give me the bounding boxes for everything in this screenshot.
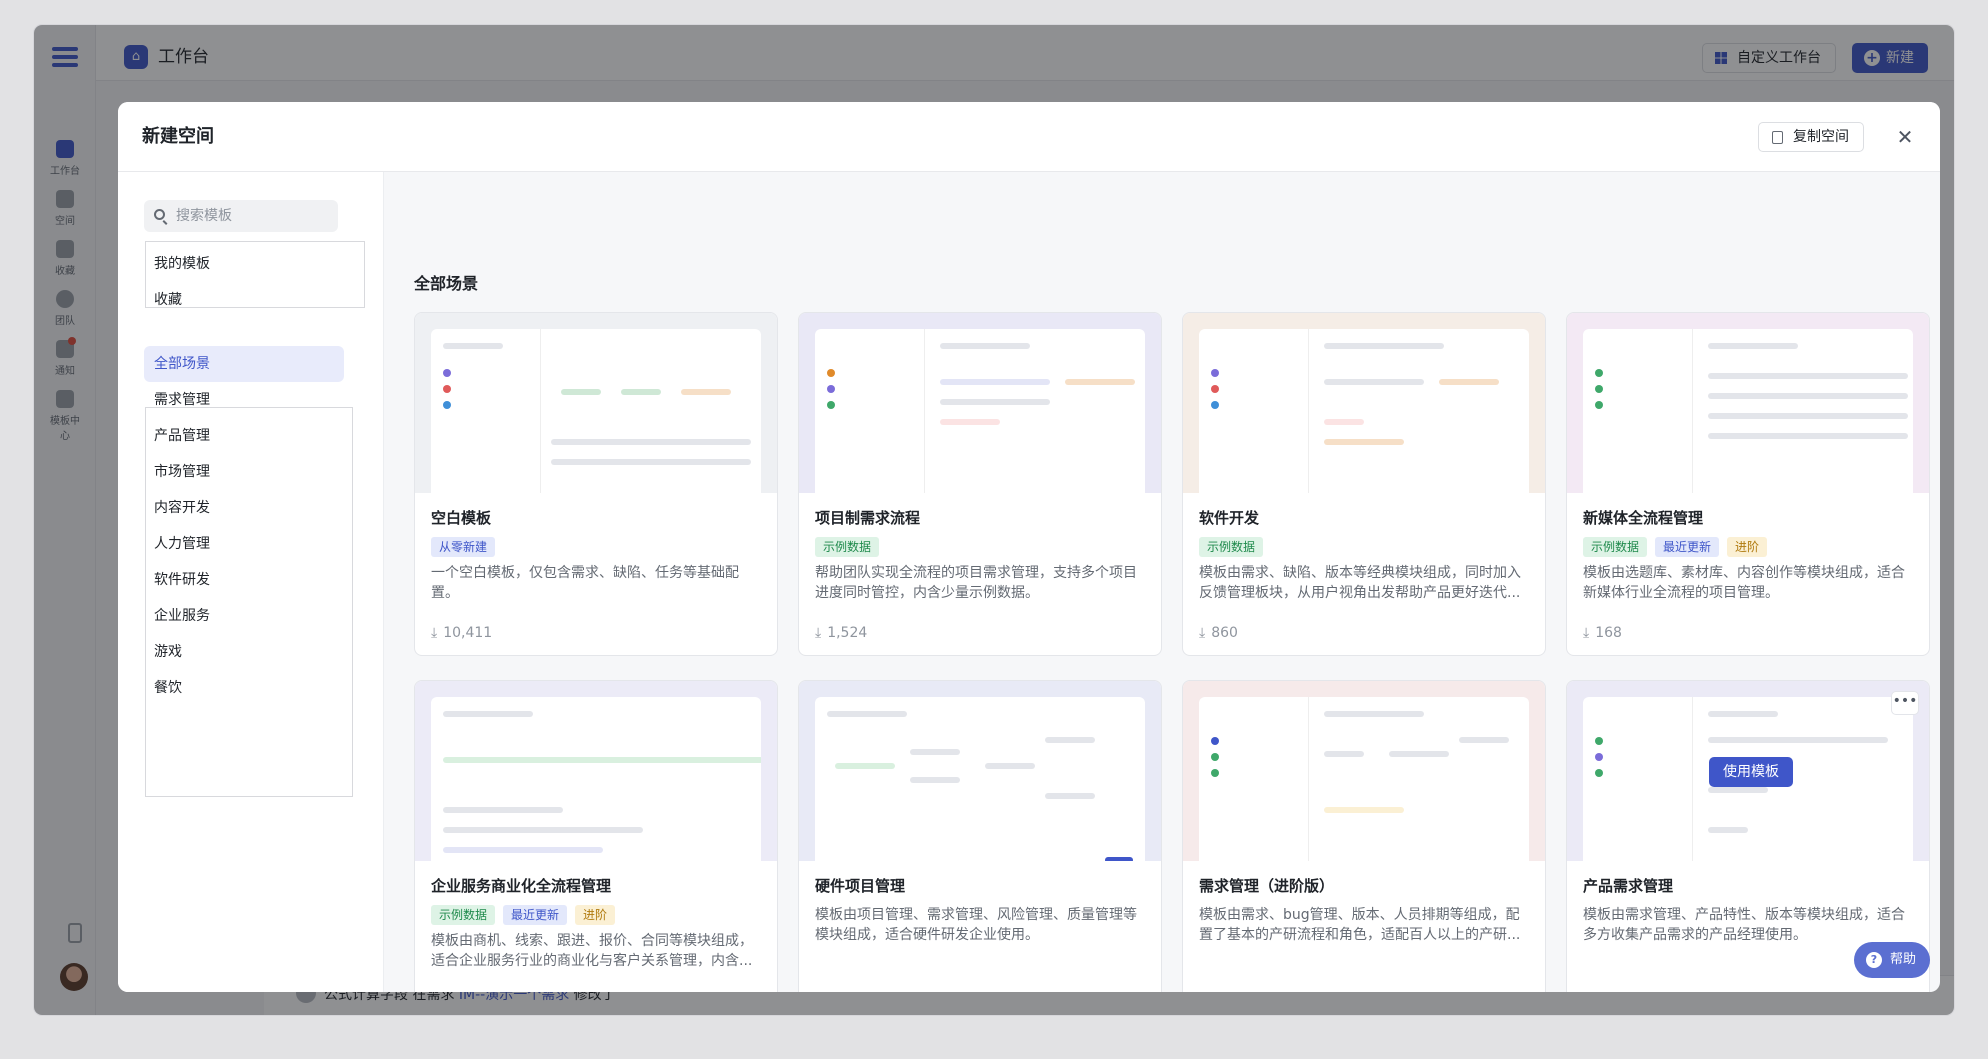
template-preview [1567, 313, 1929, 493]
download-count: 63 [431, 991, 461, 992]
tag: 示例数据 [1583, 537, 1648, 557]
tag: 示例数据 [1199, 537, 1264, 557]
template-card[interactable]: 硬件项目管理 模板由项目管理、需求管理、风险管理、质量管理等模块组成，适合硬件研… [798, 680, 1162, 992]
close-icon[interactable]: ✕ [1892, 124, 1918, 150]
card-description: 模板由需求、缺陷、版本等经典模块组成，同时加入反馈管理板块，从用户视角出发帮助产… [1199, 565, 1521, 601]
template-card[interactable]: 新媒体全流程管理 示例数据 最近更新 进阶 模板由选题库、素材库、内容创作等模块组成… [1566, 312, 1930, 656]
modal-header: 新建空间 复制空间 ✕ [118, 102, 1940, 172]
download-count: 10,411 [431, 623, 492, 643]
tag: 示例数据 [815, 537, 880, 557]
card-title: 硬件项目管理 [815, 877, 906, 895]
card-title: 企业服务商业化全流程管理 [431, 877, 612, 895]
card-tags: 示例数据 [1199, 537, 1271, 557]
card-tags: 示例数据 最近更新 进阶 [431, 905, 623, 925]
template-preview [1183, 681, 1545, 861]
template-preview [415, 681, 777, 861]
card-description: 模板由选题库、素材库、内容创作等模块组成，适合新媒体行业全流程的项目管理。 [1583, 565, 1905, 601]
download-count: 1,524 [815, 623, 867, 643]
section-title: 全部场景 [414, 274, 479, 293]
help-button[interactable]: 帮助 [1854, 942, 1931, 978]
card-tags: 从零新建 [431, 537, 503, 557]
card-title: 新媒体全流程管理 [1583, 509, 1704, 527]
tag: 进阶 [1727, 537, 1768, 557]
tag: 最近更新 [1655, 537, 1720, 557]
app-window: 工作台 空间 收藏 团队 通知 模板中心 ⌂ 工作台 自定义工作台 新建 公式计… [34, 25, 1954, 1015]
template-preview [415, 313, 777, 493]
tag: 示例数据 [431, 905, 496, 925]
template-card[interactable]: 企业服务商业化全流程管理 示例数据 最近更新 进阶 模板由商机、线索、跟进、报价、合… [414, 680, 778, 992]
tag: 进阶 [575, 905, 616, 925]
card-title: 软件开发 [1199, 509, 1260, 527]
tag: 从零新建 [431, 537, 496, 557]
category-all[interactable]: 全部场景 [144, 346, 344, 382]
template-card[interactable]: 需求管理（进阶版） 模板由需求、bug管理、版本、人员排期等组成，配置了基本的产… [1182, 680, 1546, 992]
new-space-modal: 新建空间 复制空间 ✕ 搜索模板 我的模板 收藏 全部场景 需求管理 产品管理 … [118, 102, 1940, 992]
template-card[interactable]: 软件开发 示例数据 模板由需求、缺陷、版本等经典模块组成，同时加入反馈管理板块，… [1182, 312, 1546, 656]
search-icon [154, 209, 165, 220]
template-gallery: 全部场景 空白模板 从零新建 一个空白模板，仅包含需求、缺陷、任务等基础配置。 … [384, 172, 1940, 992]
copy-space-button[interactable]: 复制空间 [1758, 122, 1864, 152]
download-count: 299 [1199, 991, 1238, 992]
card-title: 项目制需求流程 [815, 509, 921, 527]
template-card[interactable]: 空白模板 从零新建 一个空白模板，仅包含需求、缺陷、任务等基础配置。 10,41… [414, 312, 778, 656]
search-input[interactable]: 搜索模板 [144, 200, 338, 232]
template-preview [799, 681, 1161, 861]
modal-title: 新建空间 [142, 126, 214, 147]
card-description: 一个空白模板，仅包含需求、缺陷、任务等基础配置。 [431, 565, 739, 601]
tag: 最近更新 [503, 905, 568, 925]
download-count: 158 [1583, 991, 1622, 992]
category-highlight-frame [145, 407, 353, 797]
more-icon[interactable]: ••• [1891, 691, 1919, 715]
card-description: 模板由需求、bug管理、版本、人员排期等组成，配置了基本的产研流程和角色，适配百… [1199, 907, 1521, 943]
card-title: 空白模板 [431, 509, 492, 527]
card-tags: 示例数据 [815, 537, 887, 557]
download-count: 860 [1199, 623, 1238, 643]
download-count: 275 [815, 991, 854, 992]
template-sidebar: 搜索模板 我的模板 收藏 全部场景 需求管理 产品管理 市场管理 内容开发 人力… [118, 172, 384, 992]
download-count: 168 [1583, 623, 1622, 643]
use-template-button[interactable]: 使用模板 [1709, 757, 1793, 787]
card-description: 模板由需求管理、产品特性、版本等模块组成，适合多方收集产品需求的产品经理使用。 [1583, 907, 1905, 943]
template-card[interactable]: 项目制需求流程 示例数据 帮助团队实现全流程的项目需求管理，支持多个项目进度同时… [798, 312, 1162, 656]
card-description: 模板由项目管理、需求管理、风险管理、质量管理等模块组成，适合硬件研发企业使用。 [815, 907, 1137, 943]
card-description: 帮助团队实现全流程的项目需求管理，支持多个项目进度同时管控，内含少量示例数据。 [815, 565, 1137, 601]
search-highlight-frame [145, 241, 365, 308]
template-preview [1183, 313, 1545, 493]
card-title: 需求管理（进阶版） [1199, 877, 1335, 895]
card-tags: 示例数据 最近更新 进阶 [1583, 537, 1775, 557]
card-title: 产品需求管理 [1583, 877, 1674, 895]
template-preview [799, 313, 1161, 493]
card-description: 模板由商机、线索、跟进、报价、合同等模块组成，适合企业服务行业的商业化与客户关系… [431, 933, 753, 969]
